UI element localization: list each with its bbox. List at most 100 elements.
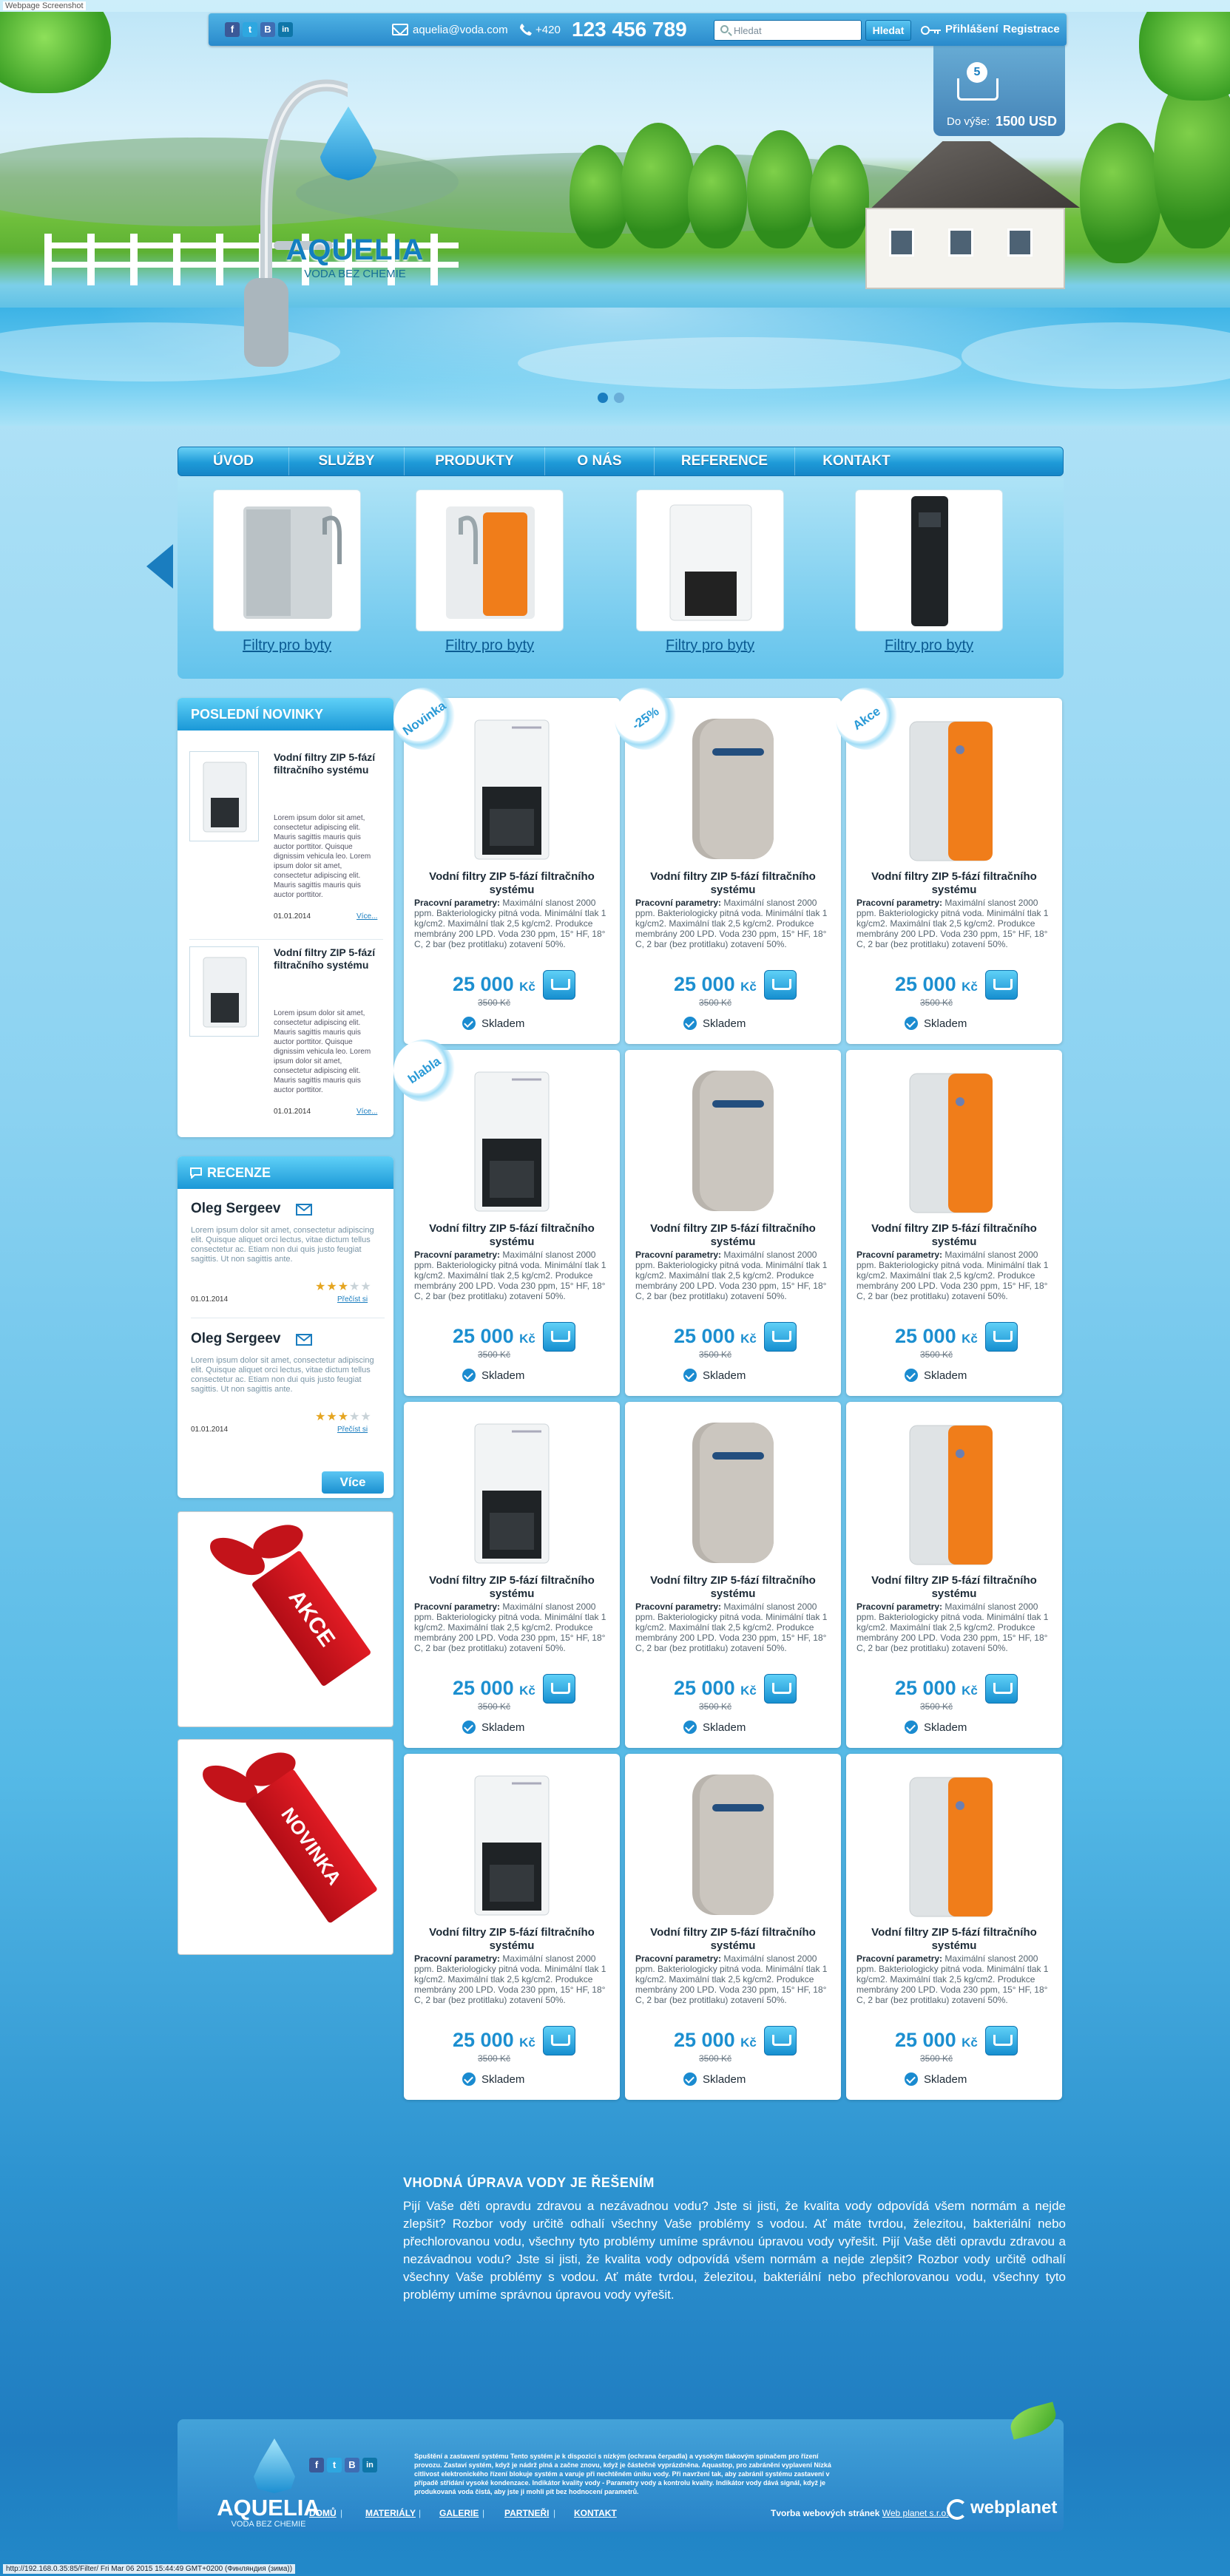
product-image[interactable] [445,1057,578,1220]
news-thumbnail[interactable] [189,946,259,1037]
product-image[interactable] [888,1409,1021,1572]
nav-item-o-nas[interactable]: O NÁS [545,447,655,475]
product-image[interactable] [666,1409,800,1572]
product-card[interactable]: Vodní filtry ZIP 5-fází filtračního syst… [625,1402,841,1748]
product-title[interactable]: Vodní filtry ZIP 5-fází filtračního syst… [632,1574,834,1601]
product-image[interactable] [445,1409,578,1572]
product-title[interactable]: Vodní filtry ZIP 5-fází filtračního syst… [854,1574,1055,1601]
promo-novinka-banner[interactable]: NOVINKA [178,1739,393,1955]
product-card[interactable]: Vodní filtry ZIP 5-fází filtračního syst… [625,1050,841,1396]
add-to-cart-button[interactable] [543,1674,575,1704]
register-link[interactable]: Registrace [1003,23,1060,35]
add-to-cart-button[interactable] [985,2026,1018,2055]
product-image[interactable] [888,1761,1021,1924]
footer-facebook-icon[interactable]: f [309,2458,324,2472]
product-image[interactable] [445,705,578,868]
add-to-cart-button[interactable] [985,970,1018,1000]
carousel-prev-arrow-icon[interactable] [146,544,173,589]
product-card[interactable]: Vodní filtry ZIP 5-fází filtračního syst… [846,1050,1062,1396]
footer-twitter-icon[interactable]: t [327,2458,342,2472]
cart-widget[interactable]: 5 Do výše: 1500 USD [933,46,1065,136]
add-to-cart-button[interactable] [764,2026,797,2055]
add-to-cart-button[interactable] [764,1322,797,1352]
product-card[interactable]: Vodní filtry ZIP 5-fází filtračního syst… [404,1402,620,1748]
product-title[interactable]: Vodní filtry ZIP 5-fází filtračního syst… [411,1574,612,1601]
product-image[interactable] [666,1761,800,1924]
nav-item-reference[interactable]: REFERENCE [655,447,795,475]
footer-credit-link[interactable]: Web planet s.r.o. [882,2508,949,2518]
nav-item-kontakt[interactable]: KONTAKT [795,447,918,475]
news-thumbnail[interactable] [189,751,259,841]
envelope-icon[interactable] [296,1334,312,1346]
product-card[interactable]: Vodní filtry ZIP 5-fází filtračního syst… [846,1402,1062,1748]
review-read-link[interactable]: Přečíst si [337,1295,368,1304]
product-image[interactable] [666,1057,800,1220]
footer-linkedin-icon[interactable]: in [362,2458,377,2472]
news-more-link[interactable]: Více... [357,1108,377,1116]
add-to-cart-button[interactable] [764,970,797,1000]
envelope-icon[interactable] [296,1204,312,1216]
product-image[interactable] [445,1761,578,1924]
carousel-label-2[interactable]: Filtry pro byty [416,637,564,654]
product-title[interactable]: Vodní filtry ZIP 5-fází filtračního syst… [632,1926,834,1953]
review-read-link[interactable]: Přečíst si [337,1426,368,1434]
add-to-cart-button[interactable] [543,1322,575,1352]
footer-link-galerie[interactable]: GALERIE [439,2508,479,2518]
product-card[interactable]: Vodní filtry ZIP 5-fází filtračního syst… [602,675,841,1044]
footer-link-domu[interactable]: DOMŮ [309,2508,337,2518]
carousel-label-1[interactable]: Filtry pro byty [213,637,361,654]
search-button[interactable]: Hledat [865,20,911,41]
product-card[interactable]: Vodní filtry ZIP 5-fází filtračního syst… [381,1027,620,1396]
product-card[interactable]: Vodní filtry ZIP 5-fází filtračního syst… [846,1754,1062,2100]
nav-item-uvod[interactable]: ÚVOD [178,447,289,475]
carousel-item-3[interactable] [636,489,784,631]
product-image[interactable] [888,705,1021,868]
product-title[interactable]: Vodní filtry ZIP 5-fází filtračního syst… [854,1926,1055,1953]
add-to-cart-button[interactable] [985,1674,1018,1704]
product-title[interactable]: Vodní filtry ZIP 5-fází filtračního syst… [411,1926,612,1953]
phone-number[interactable]: 123 456 789 [572,18,687,41]
news-title[interactable]: Vodní filtry ZIP 5-fází filtračního syst… [274,946,377,972]
news-title[interactable]: Vodní filtry ZIP 5-fází filtračního syst… [274,751,377,776]
carousel-item-4[interactable] [855,489,1003,631]
product-card[interactable]: Vodní filtry ZIP 5-fází filtračního syst… [404,1754,620,2100]
carousel-item-1[interactable] [213,489,361,631]
footer-link-partneri[interactable]: PARTNEŘI [504,2508,549,2518]
contact-email[interactable]: aquelia@voda.com [413,24,508,36]
product-image[interactable] [888,1057,1021,1220]
slider-dot-1[interactable] [598,393,608,403]
logo-name[interactable]: AQUELIA [281,234,429,267]
carousel-label-3[interactable]: Filtry pro byty [636,637,784,654]
nav-item-sluzby[interactable]: SLUŽBY [289,447,405,475]
linkedin-icon[interactable]: in [278,22,293,37]
add-to-cart-button[interactable] [985,1322,1018,1352]
add-to-cart-button[interactable] [543,970,575,1000]
login-link[interactable]: Přihlášení [945,23,998,35]
add-to-cart-button[interactable] [764,1674,797,1704]
product-image[interactable] [666,705,800,868]
product-title[interactable]: Vodní filtry ZIP 5-fází filtračního syst… [411,870,612,897]
footer-link-kontakt[interactable]: KONTAKT [574,2508,617,2518]
footer-blog-icon[interactable]: B [345,2458,359,2472]
nav-item-produkty[interactable]: PRODUKTY [405,447,545,475]
promo-akce-banner[interactable]: AKCE [178,1511,393,1727]
search-input[interactable]: Hledat [714,20,862,41]
add-to-cart-button[interactable] [543,2026,575,2055]
product-title[interactable]: Vodní filtry ZIP 5-fází filtračního syst… [632,870,834,897]
carousel-label-4[interactable]: Filtry pro byty [855,637,1003,654]
product-card[interactable]: Vodní filtry ZIP 5-fází filtračního syst… [625,1754,841,2100]
twitter-icon[interactable]: t [243,22,257,37]
product-title[interactable]: Vodní filtry ZIP 5-fází filtračního syst… [854,1222,1055,1249]
blog-icon[interactable]: B [260,22,275,37]
webplanet-brand[interactable]: webplanet [970,2498,1057,2518]
news-more-link[interactable]: Více... [357,912,377,921]
product-card[interactable]: Vodní filtry ZIP 5-fází filtračního syst… [823,675,1062,1044]
slider-dot-2[interactable] [614,393,624,403]
product-title[interactable]: Vodní filtry ZIP 5-fází filtračního syst… [854,870,1055,897]
facebook-icon[interactable]: f [225,22,240,37]
product-title[interactable]: Vodní filtry ZIP 5-fází filtračního syst… [411,1222,612,1249]
product-card[interactable]: Vodní filtry ZIP 5-fází filtračního syst… [381,675,620,1044]
product-title[interactable]: Vodní filtry ZIP 5-fází filtračního syst… [632,1222,834,1249]
reviews-more-button[interactable]: Více [322,1471,384,1494]
carousel-item-2[interactable] [416,489,564,631]
